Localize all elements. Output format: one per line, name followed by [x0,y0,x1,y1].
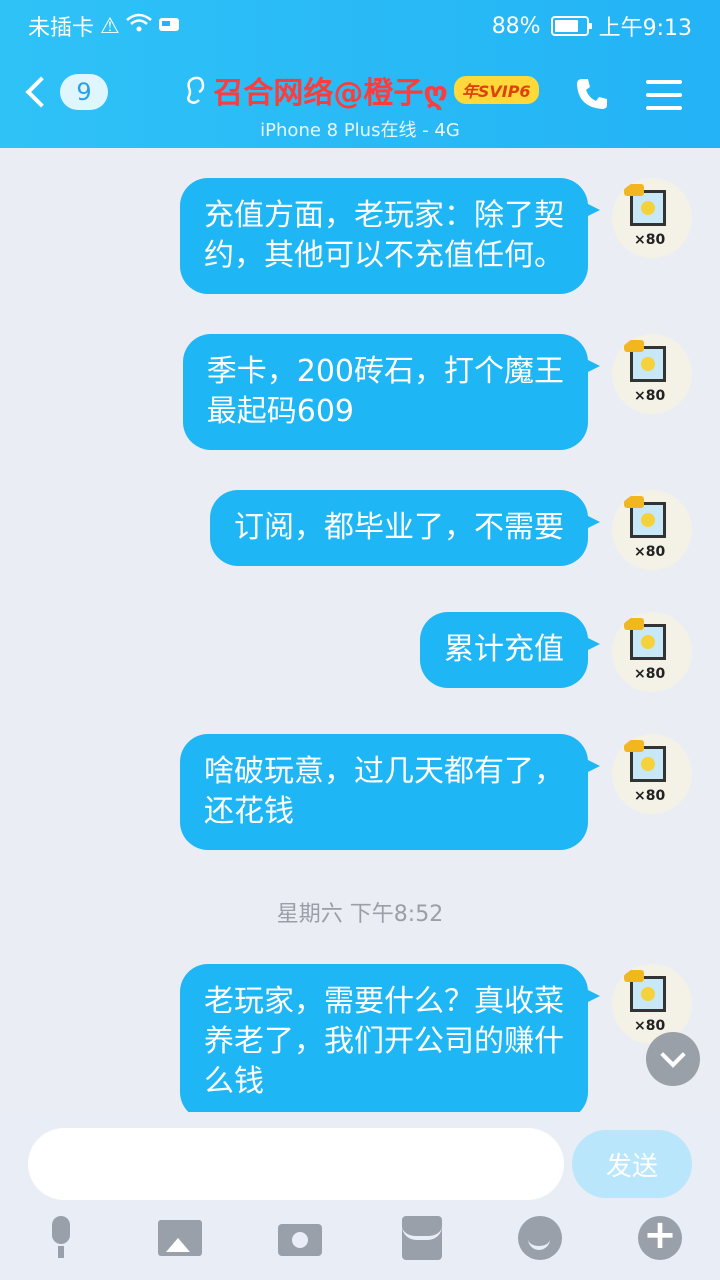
message-row: 充值方面，老玩家：除了契 约，其他可以不充值任何。 ×80 [180,178,692,294]
contact-name: 召合网络@橙子ღ [213,76,448,111]
phone-icon[interactable] [574,76,610,112]
image-icon[interactable] [158,1216,202,1260]
message-bubble[interactable]: 累计充值 [420,612,600,688]
message-row: 累计充值 ×80 [420,612,692,692]
avatar[interactable]: ×80 [612,734,692,814]
message-input[interactable] [28,1128,564,1200]
message-row: 季卡，200砖石，打个魔王 最起码609 ×80 [182,334,692,450]
message-row: 老玩家，需要什么？真收菜 养老了，我们开公司的赚什 么钱 ×80 [180,964,692,1112]
title-row: 召合网络@橙子ღ 年SVIP6 [150,68,570,112]
clock: 上午9:13 [598,16,692,41]
sim-alert-icon: ⚠ [100,13,120,39]
scroll-to-bottom-button[interactable] [646,1032,700,1086]
camera-icon[interactable] [278,1216,322,1260]
avatar[interactable]: ×80 [612,490,692,570]
battery-percent: 88% [491,13,541,39]
message-bubble[interactable]: 老玩家，需要什么？真收菜 养老了，我们开公司的赚什 么钱 [180,964,600,1112]
message-row: 啥破玩意，过几天都有了， 还花钱 ×80 [180,734,692,850]
back-button[interactable]: 9 [25,74,108,110]
ear-icon [187,76,205,104]
message-bubble[interactable]: 订阅，都毕业了，不需要 [210,490,600,566]
vip-badge: 年SVIP6 [453,76,539,104]
chevron-left-icon [25,76,57,108]
plus-icon[interactable] [638,1212,682,1260]
avatar[interactable]: ×80 [612,178,692,258]
microphone-icon[interactable] [40,1216,84,1260]
input-bar: 发送 [0,1112,720,1280]
toolbar [0,1212,720,1272]
menu-icon[interactable] [646,80,682,110]
wifi-icon [125,13,152,39]
unread-count-badge: 9 [60,74,108,110]
message-row: 订阅，都毕业了，不需要 ×80 [210,490,692,570]
chat-header: 未插卡 ⚠ 88% 上午9:13 9 召合网络@橙子ღ 年SVIP6 iPhon… [0,0,720,148]
message-list[interactable]: 充值方面，老玩家：除了契 约，其他可以不充值任何。 ×80 季卡，200砖石，打… [0,148,720,1112]
avatar[interactable]: ×80 [612,612,692,692]
message-bubble[interactable]: 充值方面，老玩家：除了契 约，其他可以不充值任何。 [180,178,600,294]
emoji-icon[interactable] [518,1216,562,1260]
battery-icon [550,16,592,36]
status-left: 未插卡 ⚠ [28,10,180,42]
status-right: 88% 上午9:13 [492,10,692,42]
red-packet-icon[interactable] [400,1216,444,1260]
carrier-label: 未插卡 [28,16,95,41]
status-bar: 未插卡 ⚠ 88% 上午9:13 [0,0,720,50]
message-bubble[interactable]: 啥破玩意，过几天都有了， 还花钱 [180,734,600,850]
nav-bar: 9 召合网络@橙子ღ 年SVIP6 iPhone 8 Plus在线 - 4G [0,60,720,142]
online-status: iPhone 8 Plus在线 - 4G [260,120,460,141]
message-bubble[interactable]: 季卡，200砖石，打个魔王 最起码609 [182,334,601,450]
send-button[interactable]: 发送 [572,1130,692,1198]
truck-icon [158,14,180,39]
timestamp: 星期六 下午8:52 [276,902,444,927]
contact-title[interactable]: 召合网络@橙子ღ 年SVIP6 iPhone 8 Plus在线 - 4G [150,68,570,142]
avatar[interactable]: ×80 [612,334,692,414]
